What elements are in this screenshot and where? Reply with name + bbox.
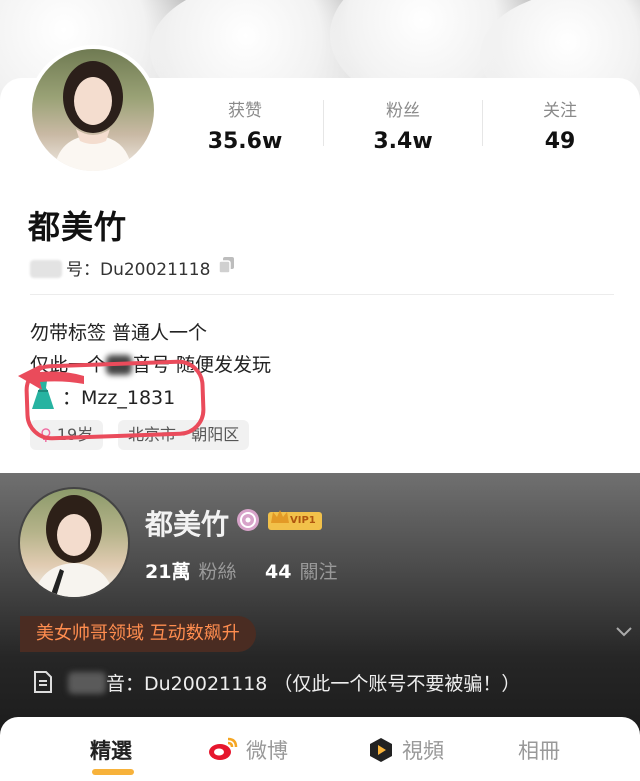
divider <box>482 100 483 146</box>
douyin-profile-section: 获赞 35.6w 粉丝 3.4w 关注 49 都美竹 号：Du20021118 … <box>0 0 640 473</box>
document-icon <box>34 671 52 693</box>
tab-featured[interactable]: 精選 <box>90 735 132 765</box>
blurred-text <box>68 672 106 694</box>
video-icon <box>370 738 392 762</box>
following-label: 关注 <box>543 101 577 121</box>
arrow-icon <box>18 364 84 390</box>
following-count: 44 <box>265 561 292 583</box>
profile-name: 都美竹 <box>28 208 128 246</box>
likes-count: 35.6w <box>207 129 283 154</box>
verified-badge-icon <box>237 509 259 531</box>
following-stat[interactable]: 关注 49 <box>500 96 620 154</box>
followers-count: 21萬 <box>145 561 191 583</box>
avatar[interactable] <box>28 45 158 175</box>
following-count: 49 <box>544 129 576 154</box>
tab-weibo[interactable]: 微博 <box>246 735 288 765</box>
likes-stat[interactable]: 获赞 35.6w <box>185 96 305 154</box>
tab-album[interactable]: 相冊 <box>518 735 560 765</box>
divider <box>30 294 614 295</box>
weibo-logo-icon <box>209 737 238 760</box>
copy-icon[interactable] <box>218 256 236 274</box>
promo-banner[interactable]: 美女帅哥领域 互动数飙升 <box>20 616 256 652</box>
profile-name: 都美竹 <box>145 508 230 541</box>
fans-label: 粉丝 <box>386 101 420 121</box>
tab-bar: 精選 微博 視頻 相冊 <box>0 717 640 781</box>
account-id-row: 号：Du20021118 <box>30 255 210 280</box>
fans-count: 3.4w <box>373 129 433 154</box>
active-tab-indicator <box>92 769 134 775</box>
tab-video[interactable]: 視頻 <box>402 735 444 765</box>
likes-label: 获赞 <box>228 101 262 121</box>
description-text: 音：Du20021118 （仅此一个账号不要被骗！） <box>106 673 521 695</box>
avatar[interactable] <box>18 487 130 599</box>
fans-stat[interactable]: 粉丝 3.4w <box>343 96 463 154</box>
following-label: 關注 <box>299 561 338 583</box>
bio-line: 勿带标签 普通人一个 <box>30 322 208 344</box>
weibo-profile-section: 都美竹 VIP1 21萬 粉絲 44 關注 美女帅哥领域 互动数飙升 音：Du200… <box>0 473 640 781</box>
followers-label: 粉絲 <box>198 561 237 583</box>
account-id: 号：Du20021118 <box>66 260 211 280</box>
blurred-text <box>30 260 62 278</box>
crown-icon <box>271 510 289 523</box>
chevron-down-icon[interactable] <box>614 621 634 641</box>
followers-stat[interactable]: 21萬 粉絲 <box>145 557 236 584</box>
following-stat[interactable]: 44 關注 <box>265 557 337 584</box>
profile-description: 音：Du20021118 （仅此一个账号不要被骗！） <box>68 669 520 696</box>
divider <box>323 100 324 146</box>
